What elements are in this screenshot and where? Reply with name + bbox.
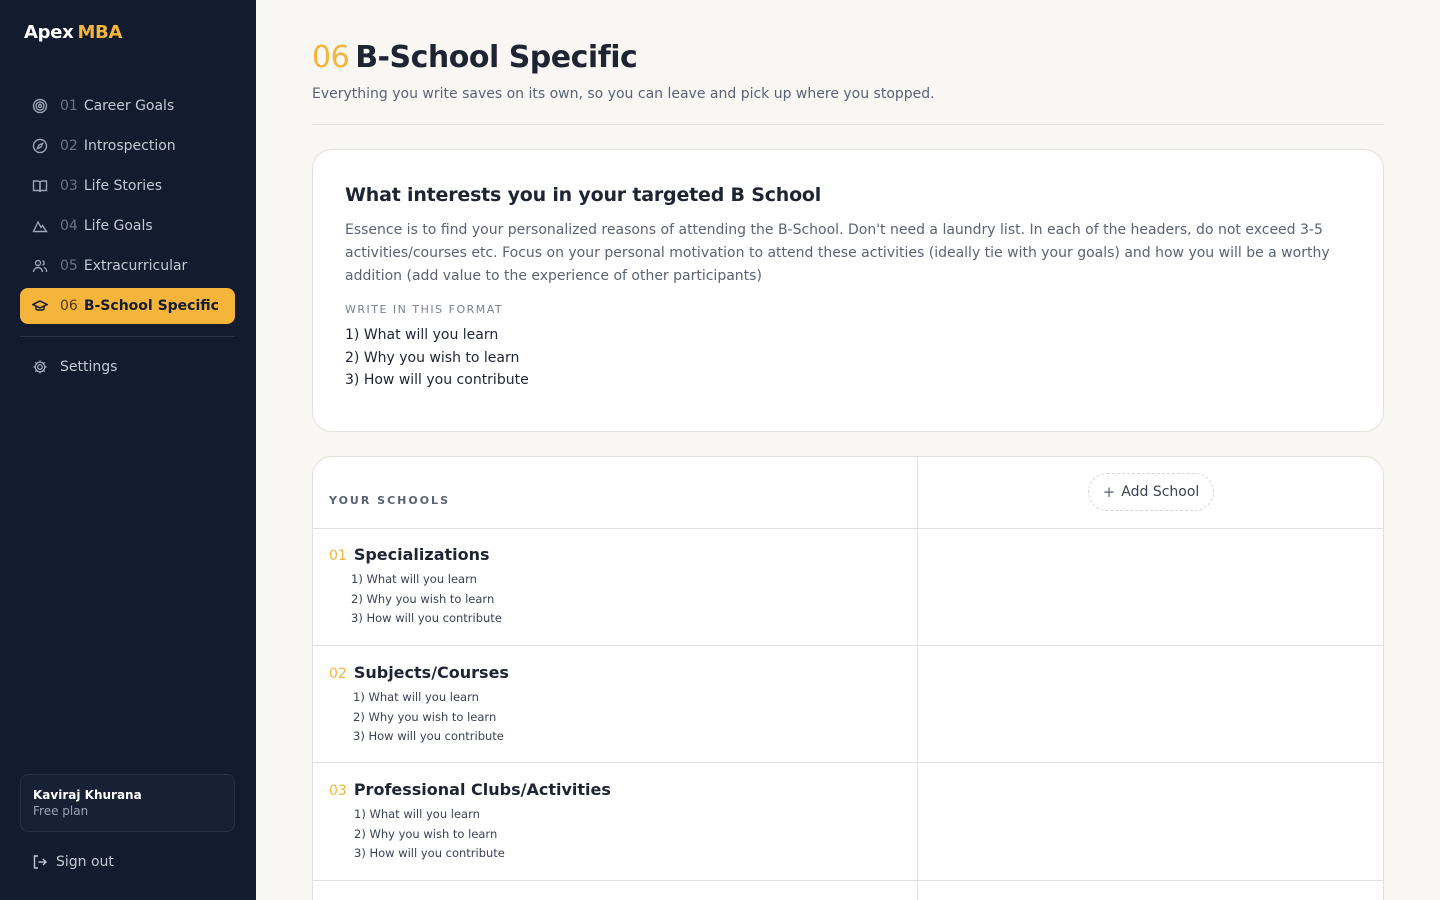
guideline-line: 3) How will you contribute (354, 846, 505, 861)
users-icon (31, 257, 49, 275)
your-schools-label: YOUR SCHOOLS (329, 494, 450, 507)
sidebar-item-career-goals[interactable]: 01 Career Goals (20, 88, 235, 124)
sidebar-item-number: 03 (60, 178, 78, 194)
add-school-label: Add School (1121, 484, 1200, 500)
guideline-line: 1) What will you learn (353, 690, 479, 704)
section-header: 02 Subjects/Courses (329, 663, 509, 682)
section-cell (313, 881, 918, 900)
sidebar-item-extracurricular[interactable]: 05 Extracurricular (20, 248, 235, 284)
section-title: Subjects/Courses (353, 663, 509, 682)
graduation-cap-icon (31, 297, 49, 315)
sidebar-item-label: Settings (60, 359, 118, 375)
section-title: Professional Clubs/Activities (353, 780, 611, 799)
guideline-line: 3) How will you contribute (353, 729, 504, 744)
table-header-right: + Add School (918, 457, 1383, 528)
schools-table: YOUR SCHOOLS + Add School 01 Specializat… (312, 456, 1384, 900)
section-cell: 02 Subjects/Courses 1) What will you lea… (313, 646, 918, 762)
target-icon (31, 97, 49, 115)
sidebar-item-number: 05 (60, 258, 78, 274)
prompt-card: What interests you in your targeted B Sc… (312, 149, 1384, 432)
header-divider (312, 124, 1384, 125)
section-header: 03 Professional Clubs/Activities (329, 780, 611, 799)
page-subtitle: Everything you write saves on its own, s… (312, 86, 935, 102)
sidebar: Apex MBA 01 Career Goals 02 Introspection… (0, 0, 256, 900)
sidebar-item-number: 04 (60, 218, 78, 234)
sidebar-item-settings[interactable]: Settings (20, 349, 235, 385)
gear-icon (31, 358, 49, 376)
sidebar-item-life-stories[interactable]: 03 Life Stories (20, 168, 235, 204)
section-guidelines: 1) What will you learn 2) Why you wish t… (354, 805, 505, 864)
school-answer-cell[interactable] (918, 646, 1383, 762)
section-guidelines: 1) What will you learn 2) Why you wish t… (353, 688, 504, 747)
section-number: 01 (329, 548, 347, 564)
add-school-button[interactable]: + Add School (1088, 473, 1214, 511)
sign-out-label: Sign out (56, 854, 114, 870)
page-number: 06 (312, 40, 350, 75)
table-header-row: YOUR SCHOOLS + Add School (313, 457, 1383, 529)
sidebar-item-label: Extracurricular (83, 258, 188, 274)
guideline-line: 1) What will you learn (354, 807, 480, 821)
guideline-line: 3) How will you contribute (351, 611, 502, 626)
sidebar-item-b-school-specific[interactable]: 06 B-School Specific (20, 288, 235, 324)
sidebar-item-label: Introspection (83, 138, 176, 154)
section-cell: 03 Professional Clubs/Activities 1) What… (313, 763, 918, 880)
school-answer-cell[interactable] (918, 763, 1383, 880)
sign-out-button[interactable]: Sign out (32, 851, 114, 873)
guideline-line: 2) Why you wish to learn (354, 826, 498, 841)
table-header-left: YOUR SCHOOLS (313, 457, 918, 528)
school-answer-cell[interactable] (918, 528, 1383, 645)
table-row (313, 881, 1383, 900)
sidebar-item-number: 01 (60, 98, 78, 114)
table-row: 03 Professional Clubs/Activities 1) What… (313, 763, 1383, 881)
plus-icon: + (1102, 483, 1116, 501)
sidebar-item-number: 02 (60, 138, 78, 154)
settings-section: Settings (20, 349, 235, 389)
sidebar-item-label: Career Goals (83, 98, 175, 114)
brand-logo[interactable]: Apex MBA (24, 22, 122, 43)
table-row: 02 Subjects/Courses 1) What will you lea… (313, 646, 1383, 763)
format-line: 3) How will you contribute (345, 372, 529, 388)
sidebar-item-label: B-School Specific (83, 298, 219, 314)
prompt-description: Essence is to find your personalized rea… (345, 222, 1330, 284)
school-answer-cell[interactable] (918, 881, 1383, 900)
sidebar-item-number: 06 (60, 298, 78, 314)
format-line: 1) What will you learn (345, 327, 499, 343)
section-number: 02 (329, 666, 347, 682)
user-name: Kaviraj Khurana (33, 788, 142, 802)
sidebar-item-life-goals[interactable]: 04 Life Goals (20, 208, 235, 244)
mountain-icon (31, 217, 49, 235)
prompt-heading: What interests you in your targeted B Sc… (345, 184, 822, 206)
guideline-line: 1) What will you learn (351, 572, 477, 586)
user-card[interactable]: Kaviraj Khurana Free plan (20, 774, 235, 832)
user-plan: Free plan (33, 804, 89, 818)
section-guidelines: 1) What will you learn 2) Why you wish t… (351, 570, 502, 629)
page-title: 06 B-School Specific (312, 40, 638, 75)
section-header: 01 Specializations (329, 545, 490, 564)
format-line: 2) Why you wish to learn (345, 349, 520, 366)
section-number: 03 (329, 783, 347, 799)
sidebar-nav: 01 Career Goals 02 Introspection 03 Life… (20, 88, 235, 328)
sidebar-item-label: Life Stories (83, 178, 163, 194)
sidebar-divider (20, 336, 235, 337)
table-row: 01 Specializations 1) What will you lear… (313, 528, 1383, 646)
format-label: WRITE IN THIS FORMAT (345, 303, 504, 316)
guideline-line: 2) Why you wish to learn (353, 709, 497, 724)
sidebar-item-label: Life Goals (83, 218, 153, 234)
sidebar-item-introspection[interactable]: 02 Introspection (20, 128, 235, 164)
guideline-line: 2) Why you wish to learn (351, 591, 495, 606)
page-title-text: B-School Specific (355, 40, 638, 75)
section-cell: 01 Specializations 1) What will you lear… (313, 528, 918, 645)
sign-out-icon (32, 854, 48, 870)
brand-name: Apex (24, 22, 74, 43)
format-lines: 1) What will you learn 2) Why you wish t… (345, 324, 1351, 392)
compass-icon (31, 137, 49, 155)
book-icon (31, 177, 49, 195)
section-title: Specializations (353, 545, 490, 564)
brand-suffix: MBA (77, 22, 123, 43)
